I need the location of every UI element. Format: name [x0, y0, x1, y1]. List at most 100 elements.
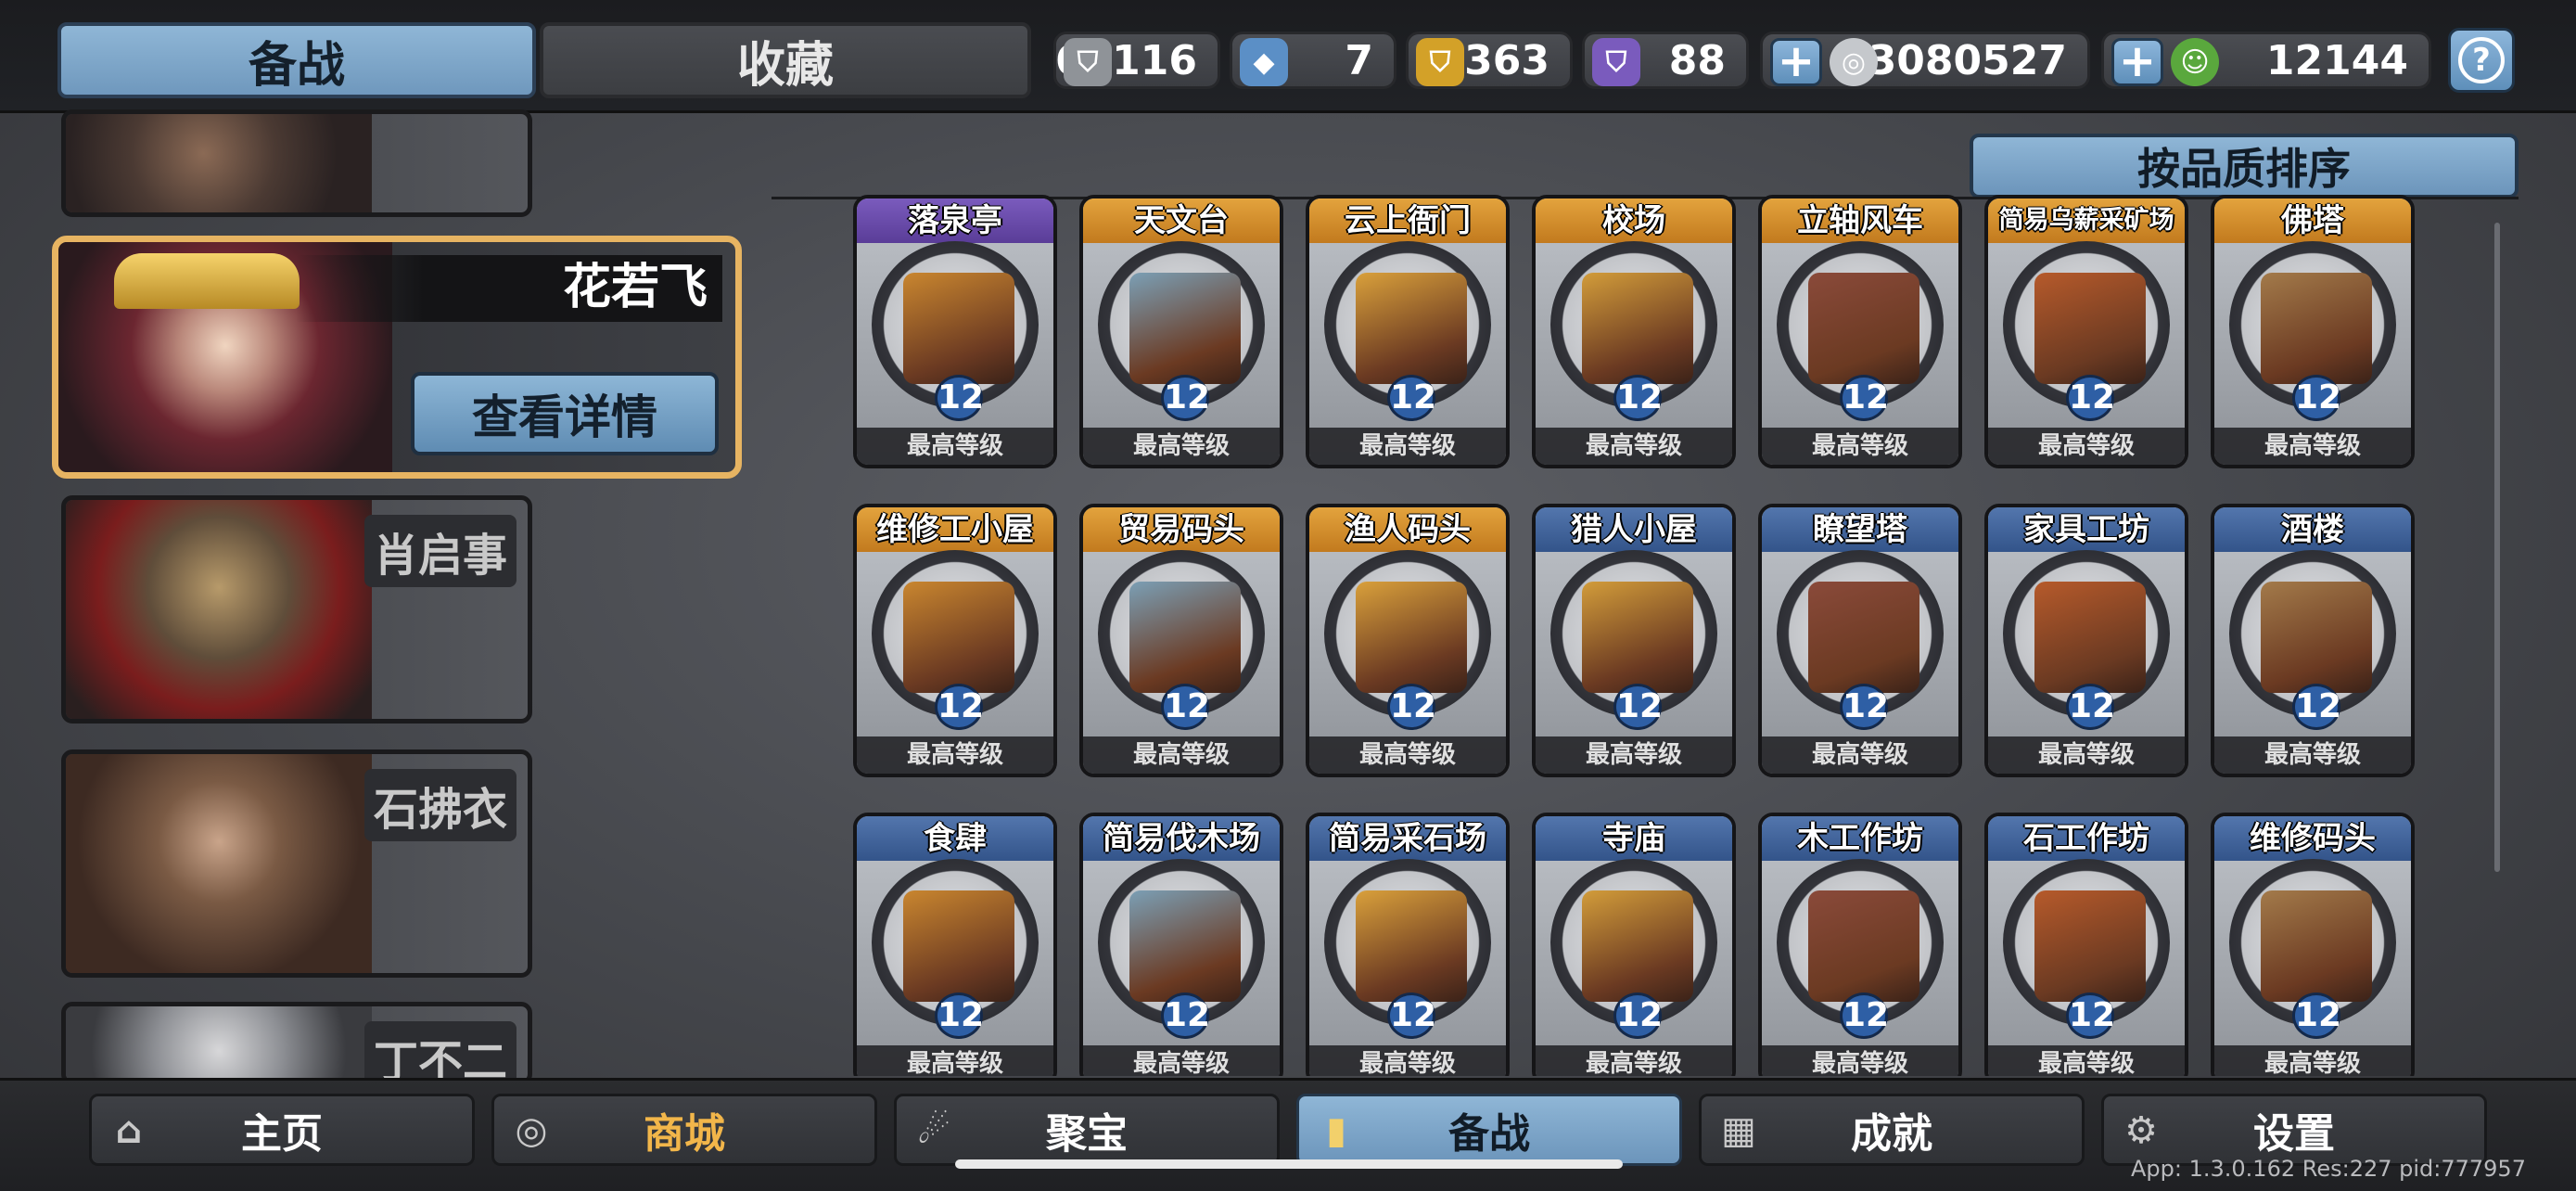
level-badge: 12: [1613, 684, 1663, 730]
building-card[interactable]: 寺庙 12 最高等级: [1532, 813, 1736, 1076]
building-icon: [903, 582, 1014, 693]
hero-portrait: [66, 114, 372, 212]
hero-card[interactable]: [61, 109, 532, 217]
resource-purple-shield: ⛉ 88: [1582, 32, 1749, 89]
jade-coin-icon: ☺: [2171, 38, 2219, 86]
home-indicator: [955, 1159, 1623, 1169]
nav-treasure[interactable]: ☄ 聚宝: [894, 1094, 1280, 1166]
tab-prepare[interactable]: 备战: [57, 22, 536, 98]
building-name: 石工作坊: [1988, 816, 2185, 861]
building-card[interactable]: 佛塔 12 最高等级: [2211, 195, 2415, 468]
building-name: 瞭望塔: [1762, 507, 1958, 552]
level-badge: 12: [1840, 375, 1889, 421]
building-card[interactable]: 云上衙门 12 最高等级: [1306, 195, 1510, 468]
hero-card[interactable]: 石拂衣: [61, 749, 532, 978]
resource-gold-shield: ⛉ 363: [1406, 32, 1573, 89]
building-name: 云上衙门: [1309, 198, 1506, 243]
nav-label: 聚宝: [1046, 1110, 1128, 1158]
gear-icon: ⚙: [2124, 1109, 2158, 1152]
building-card[interactable]: 瞭望塔 12 最高等级: [1758, 504, 1962, 777]
max-level-label: 最高等级: [1988, 428, 2185, 465]
resource-jade-coin: + ☺ 12144: [2101, 32, 2431, 89]
building-card[interactable]: 简易乌薪采矿场 12 最高等级: [1984, 195, 2188, 468]
building-card[interactable]: 维修码头 12 最高等级: [2211, 813, 2415, 1076]
building-card[interactable]: 渔人码头 12 最高等级: [1306, 504, 1510, 777]
max-level-label: 最高等级: [2214, 428, 2411, 465]
level-badge: 12: [935, 375, 984, 421]
help-button[interactable]: ?: [2448, 28, 2515, 93]
level-badge: 12: [1613, 375, 1663, 421]
add-jade-button[interactable]: +: [2111, 38, 2163, 86]
building-name: 维修码头: [2214, 816, 2411, 861]
building-card[interactable]: 贸易码头 12 最高等级: [1079, 504, 1283, 777]
hero-name: 丁不二: [363, 1021, 516, 1081]
building-icon: [2261, 890, 2372, 1002]
building-icon: [1356, 890, 1467, 1002]
building-icon: [1582, 582, 1693, 693]
level-badge: 12: [2292, 684, 2341, 730]
building-icon: [2034, 582, 2146, 693]
building-name: 佛塔: [2214, 198, 2411, 243]
building-icon: [1129, 582, 1241, 693]
building-card[interactable]: 石工作坊 12 最高等级: [1984, 813, 2188, 1076]
building-icon: [1356, 582, 1467, 693]
sort-by-quality-button[interactable]: 按品质排序: [1970, 134, 2519, 198]
max-level-label: 最高等级: [1083, 1045, 1280, 1076]
building-icon: [2261, 582, 2372, 693]
nav-achievement[interactable]: ▦ 成就: [1699, 1094, 2085, 1166]
hero-name: 石拂衣: [363, 769, 516, 841]
building-card[interactable]: 校场 12 最高等级: [1532, 195, 1736, 468]
building-name: 简易乌薪采矿场: [1988, 198, 2185, 243]
max-level-label: 最高等级: [857, 428, 1053, 465]
building-card[interactable]: 天文台 12 最高等级: [1079, 195, 1283, 468]
nav-label: 成就: [1851, 1110, 1932, 1158]
building-card[interactable]: 木工作坊 12 最高等级: [1758, 813, 1962, 1076]
building-card[interactable]: 维修工小屋 12 最高等级: [853, 504, 1057, 777]
resource-silver-coin: + ◎ 3080527: [1760, 32, 2090, 89]
max-level-label: 最高等级: [1762, 428, 1958, 465]
nav-home[interactable]: ⌂ 主页: [89, 1094, 475, 1166]
treasure-bowl-icon: ☄: [917, 1109, 950, 1152]
building-card[interactable]: 家具工坊 12 最高等级: [1984, 504, 2188, 777]
building-name: 落泉亭: [857, 198, 1053, 243]
tab-collection[interactable]: 收藏: [540, 22, 1031, 98]
resource-blue-crystal: ◆ 7: [1230, 32, 1396, 89]
hero-portrait: [66, 500, 372, 719]
level-badge: 12: [1613, 992, 1663, 1039]
silver-shield-icon: ⛉: [1064, 38, 1112, 86]
nav-shop[interactable]: ◎ 商城: [491, 1094, 877, 1166]
level-badge: 12: [935, 684, 984, 730]
max-level-label: 最高等级: [857, 1045, 1053, 1076]
level-badge: 12: [1840, 684, 1889, 730]
building-card[interactable]: 酒楼 12 最高等级: [2211, 504, 2415, 777]
resource-value: 88: [1668, 36, 1726, 84]
level-badge: 12: [2066, 992, 2115, 1039]
level-badge: 12: [2292, 992, 2341, 1039]
max-level-label: 最高等级: [1083, 736, 1280, 774]
hero-card-selected[interactable]: 花若飞 查看详情: [52, 236, 742, 479]
building-card[interactable]: 简易伐木场 12 最高等级: [1079, 813, 1283, 1076]
building-card[interactable]: 食肆 12 最高等级: [853, 813, 1057, 1076]
hero-card[interactable]: 肖启事: [61, 495, 532, 724]
building-grid: 落泉亭 12 最高等级 天文台 12 最高等级 云上衙门 12 最高等级 校场 12 最高等级 立轴风车…: [853, 195, 2420, 1076]
max-level-label: 最高等级: [1083, 428, 1280, 465]
building-icon: [903, 273, 1014, 384]
scrollbar[interactable]: [2494, 223, 2500, 872]
building-card[interactable]: 立轴风车 12 最高等级: [1758, 195, 1962, 468]
nav-label: 主页: [241, 1110, 323, 1158]
max-level-label: 最高等级: [1536, 736, 1732, 774]
building-icon: [2261, 273, 2372, 384]
view-details-button[interactable]: 查看详情: [411, 372, 719, 455]
building-icon: [1582, 273, 1693, 384]
building-card[interactable]: 猎人小屋 12 最高等级: [1532, 504, 1736, 777]
building-card[interactable]: 简易采石场 12 最高等级: [1306, 813, 1510, 1076]
building-name: 寺庙: [1536, 816, 1732, 861]
max-level-label: 最高等级: [1988, 736, 2185, 774]
nav-prepare[interactable]: ▮ 备战: [1296, 1094, 1682, 1166]
add-coin-button[interactable]: +: [1770, 38, 1822, 86]
level-badge: 12: [1161, 684, 1210, 730]
building-icon: [2034, 273, 2146, 384]
building-card[interactable]: 落泉亭 12 最高等级: [853, 195, 1057, 468]
hero-card[interactable]: 丁不二: [61, 1002, 532, 1085]
building-icon: [2034, 890, 2146, 1002]
